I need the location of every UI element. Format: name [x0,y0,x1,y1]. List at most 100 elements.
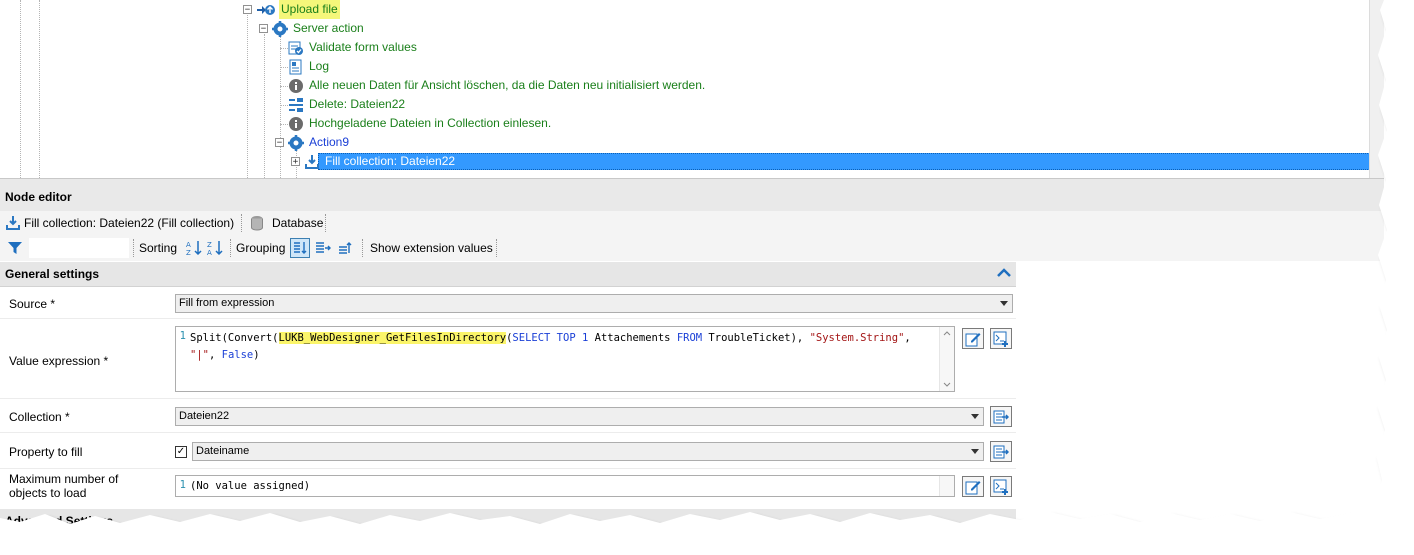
sort-ascending-icon[interactable]: AZ [184,238,204,258]
max-objects-value: (No value assigned) [190,480,311,492]
tab-database[interactable]: Database [249,213,323,233]
expression-wizard-button[interactable] [990,328,1012,349]
separator [133,239,134,257]
group-by-category-icon[interactable] [290,238,310,258]
dropdown-arrow-icon [1000,301,1008,306]
tree-view[interactable]: − − − + Upload file Server action Valida… [0,0,1384,178]
tree-node-label: Upload file [279,0,340,19]
collection-dropdown[interactable]: Dateien22 [175,407,984,426]
tree-guide [39,0,40,178]
separator [496,239,497,257]
code-scrollbar[interactable] [939,327,954,391]
info-icon [288,78,304,94]
tree-scrollbar[interactable] [1369,0,1384,178]
sorting-label: Sorting [139,241,178,255]
tree-node-fill-collection[interactable]: Fill collection: Dateien22 [304,152,457,171]
tree-node-label: Validate form values [309,40,417,54]
property-to-fill-label: Property to fill [9,445,83,459]
row-divider [0,468,1016,469]
dropdown-arrow-icon [971,449,979,454]
goto-icon [993,410,1009,423]
tree-node-label: Log [309,59,330,73]
fill-collection-icon [304,154,320,170]
chevron-up-icon[interactable] [996,265,1012,289]
section-title: Advanced Settings [5,514,114,528]
delete-collection-icon [288,97,304,113]
tree-node-validate[interactable]: Validate form values [288,38,419,57]
tree-node-action9[interactable]: Action9 [288,133,351,152]
svg-text:A: A [186,241,191,249]
tree-node-label: Hochgeladene Dateien in Collection einle… [309,116,552,130]
group-collapse-icon[interactable] [336,238,356,258]
code-scrollbar[interactable] [939,476,954,496]
code-token: Attachements [588,332,677,344]
open-property-button[interactable] [990,441,1012,462]
filter-icon[interactable] [5,238,25,258]
collapse-toggle[interactable]: − [243,5,252,15]
tree-node-label: Fill collection: Dateien22 [325,154,456,168]
group-expand-icon[interactable] [313,238,333,258]
property-to-fill-dropdown[interactable]: Dateiname [192,442,984,461]
expand-toggle[interactable]: + [291,157,300,167]
tree-guide [280,86,288,87]
code-token: Split(Convert( [190,332,279,344]
svg-text:A: A [207,249,212,256]
collapse-toggle[interactable]: − [275,138,284,148]
row-divider [0,398,1016,399]
code-token-string: "System.String" [809,332,905,344]
dropdown-arrow-icon [971,414,979,419]
show-extension-values-button[interactable]: Show extension values [370,240,493,256]
source-dropdown[interactable]: Fill from expression [175,294,1013,313]
edit-expression-button[interactable] [962,328,984,349]
sort-descending-icon[interactable]: ZA [205,238,225,258]
tree-node-server-action[interactable]: Server action [272,19,366,38]
upload-action-icon [256,2,275,18]
tree-node-log[interactable]: Log [288,57,331,76]
max-objects-editor[interactable]: 1 (No value assigned) [175,475,955,497]
general-settings-header[interactable]: General settings [0,262,1016,287]
database-icon [249,215,265,231]
wizard-icon [993,331,1008,347]
tree-guide [280,48,288,49]
separator [241,214,242,232]
tree-node-label: Alle neuen Daten für Ansicht löschen, da… [309,78,706,92]
svg-text:Z: Z [207,241,212,249]
property-to-fill-value: Dateiname [196,445,250,457]
gear-icon [288,134,304,151]
collapse-toggle[interactable]: − [259,24,268,34]
fill-collection-icon [5,215,21,231]
log-icon [288,59,304,75]
tree-node-delete[interactable]: Delete: Dateien22 [288,95,407,114]
tree-node-comment[interactable]: Alle neuen Daten für Ansicht löschen, da… [288,76,707,95]
source-label: Source * [9,297,56,311]
info-icon [288,116,304,132]
tree-guide [280,105,288,106]
tree-node-label: Delete: Dateien22 [309,97,406,111]
edit-icon [965,480,981,494]
row-divider [0,318,1016,319]
code-token-keyword: False [221,349,254,361]
tree-node-upload-file[interactable]: Upload file [256,0,340,19]
edit-expression-button[interactable] [962,476,984,497]
open-collection-button[interactable] [990,406,1012,427]
value-expression-editor[interactable]: 1 Split(Convert(LUKB_WebDesigner_GetFile… [175,326,955,392]
expression-wizard-button[interactable] [990,476,1012,497]
tab-fill-collection[interactable]: Fill collection: Dateien22 (Fill collect… [5,213,234,233]
tree-guide [247,15,248,178]
source-value: Fill from expression [179,297,275,309]
tree-guide [264,34,265,178]
tree-guide [280,34,281,178]
goto-icon [993,445,1009,458]
line-number: 1 [179,479,186,491]
tree-guide [280,124,288,125]
filter-input[interactable] [29,238,129,258]
collection-value: Dateien22 [179,410,230,422]
property-to-fill-checkbox[interactable]: ✓ [175,446,187,458]
gear-icon [272,20,288,37]
tab-label: Database [272,216,324,230]
advanced-settings-header[interactable]: Advanced Settings [0,509,1016,534]
code-token: ) [253,349,260,361]
tree-node-comment[interactable]: Hochgeladene Dateien in Collection einle… [288,114,553,133]
grouping-label: Grouping [236,241,286,255]
tree-node-label: Action9 [309,135,350,149]
